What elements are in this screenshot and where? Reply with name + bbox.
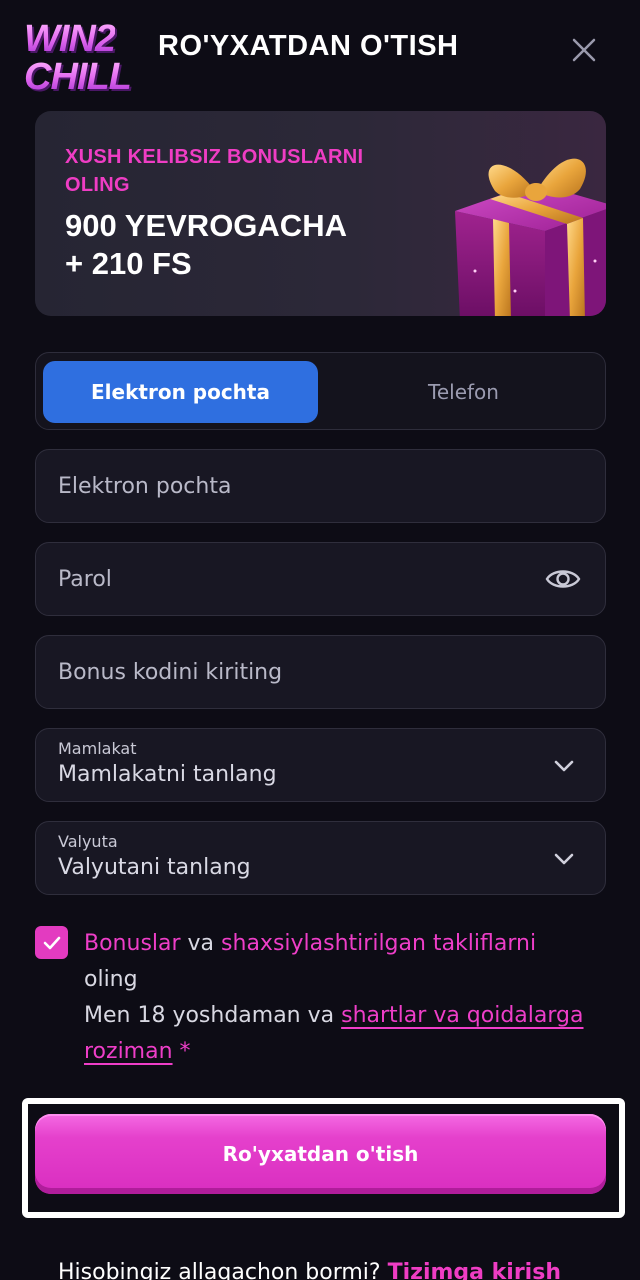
logo-line-1: WIN2	[24, 18, 116, 60]
eye-icon	[545, 570, 581, 588]
gift-box-icon	[455, 158, 606, 316]
agreement-text: Bonuslar va shaxsiylashtirilgan taklifla…	[84, 926, 584, 1070]
agreement-checkbox[interactable]	[35, 926, 68, 959]
chevron-down-icon	[554, 853, 574, 865]
page-title: RO'YXATDAN O'TISH	[158, 30, 459, 62]
email-field-container	[35, 449, 606, 523]
banner-amount-line-2: + 210 FS	[65, 246, 192, 281]
country-value: Mamlakatni tanlang	[58, 762, 277, 787]
checkmark-icon	[43, 936, 60, 949]
register-button[interactable]: Ro'yxatdan o'tish	[35, 1114, 606, 1194]
close-icon	[572, 38, 596, 62]
login-link[interactable]: Tizimga kirish	[388, 1260, 561, 1280]
currency-label: Valyuta	[58, 832, 118, 851]
agreement-get-text: oling	[84, 967, 138, 992]
show-password-button[interactable]	[545, 563, 581, 595]
email-field[interactable]	[58, 450, 538, 522]
registration-method-tabs: Elektron pochta Telefon	[35, 352, 606, 430]
welcome-bonus-banner: XUSH KELIBSIZ BONUSLARNI OLING 900 YEVRO…	[35, 111, 606, 316]
win2chill-logo[interactable]: WIN2 CHILL	[24, 18, 150, 98]
agreement-conjunction: va	[180, 931, 222, 956]
currency-select[interactable]: Valyuta Valyutani tanlang	[35, 821, 606, 895]
age-confirmation-text: Men 18 yoshdaman va	[84, 1003, 342, 1028]
banner-amount: 900 YEVROGACHA + 210 FS	[65, 207, 395, 283]
tab-phone[interactable]: Telefon	[326, 361, 601, 423]
banner-amount-line-1: 900 YEVROGACHA	[65, 208, 347, 243]
password-field[interactable]	[58, 543, 538, 615]
country-label: Mamlakat	[58, 739, 137, 758]
login-prompt: Hisobingiz allaqachon bormi? Tizimga kir…	[58, 1260, 618, 1280]
bonus-code-field[interactable]	[58, 636, 538, 708]
bonuses-link[interactable]: Bonuslar	[84, 931, 181, 956]
logo-line-2: CHILL	[24, 56, 132, 98]
close-button[interactable]	[566, 32, 602, 68]
password-field-container	[35, 542, 606, 616]
currency-value: Valyutani tanlang	[58, 855, 251, 880]
tab-email[interactable]: Elektron pochta	[43, 361, 318, 423]
header: WIN2 CHILL RO'YXATDAN O'TISH	[0, 0, 640, 100]
required-mark: *	[172, 1039, 191, 1064]
bonus-code-field-container	[35, 635, 606, 709]
login-question: Hisobingiz allaqachon bormi?	[58, 1260, 388, 1280]
personalized-offers-link[interactable]: shaxsiylashtirilgan takliflarni	[221, 931, 536, 956]
chevron-down-icon	[554, 760, 574, 772]
banner-promo-text: XUSH KELIBSIZ BONUSLARNI OLING	[65, 146, 364, 196]
country-select[interactable]: Mamlakat Mamlakatni tanlang	[35, 728, 606, 802]
